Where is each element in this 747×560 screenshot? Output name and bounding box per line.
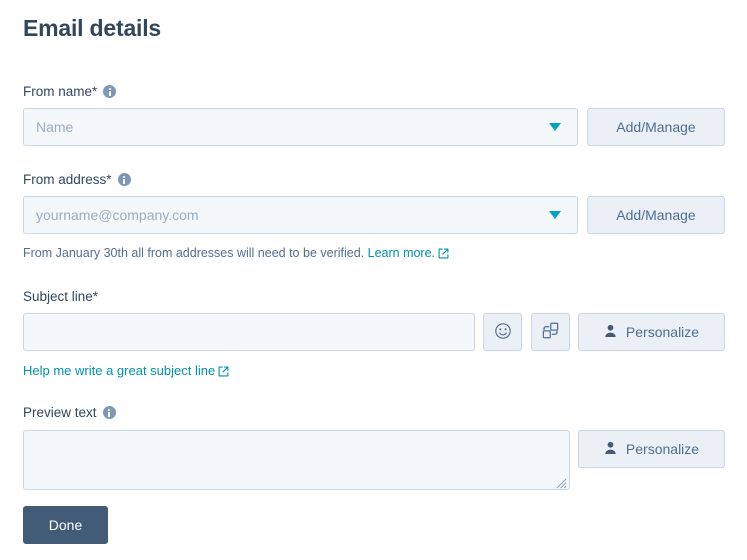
email-details-panel: Email details From name* Add/Manage From… [0, 0, 747, 560]
page-title: Email details [23, 15, 162, 41]
preview-text-personalize-button[interactable]: Personalize [578, 430, 725, 468]
ab-variation-icon [541, 321, 560, 343]
done-button-label: Done [48, 517, 83, 533]
preview-text-info-icon[interactable] [102, 406, 116, 419]
from-name-info-icon[interactable] [103, 85, 117, 98]
preview-text-personalize-label: Personalize [625, 441, 700, 457]
subject-line-ab-test-button[interactable] [531, 313, 570, 351]
subject-line-input[interactable] [23, 313, 475, 351]
subject-line-help-link-text: Help me write a great subject line [23, 363, 216, 378]
from-address-select[interactable] [23, 196, 578, 234]
preview-text-label-text: Preview text [23, 405, 97, 420]
subject-line-label-text: Subject line [23, 289, 93, 304]
subject-line-required-marker: * [92, 289, 99, 304]
from-name-select[interactable] [23, 108, 578, 146]
from-name-required-marker: * [92, 84, 98, 99]
external-link-icon [438, 247, 449, 264]
from-address-verification-note: From January 30th all from addresses wil… [23, 245, 449, 264]
preview-text-label: Preview text [23, 404, 116, 422]
contact-person-icon [604, 324, 617, 341]
from-address-label-text: From address [23, 172, 107, 187]
subject-line-emoji-button[interactable] [483, 313, 522, 351]
subject-line-help-link[interactable]: Help me write a great subject line [23, 362, 229, 381]
from-address-required-marker: * [106, 172, 112, 187]
from-name-label-text: From name [23, 84, 93, 99]
verification-note-text: From January 30th all from addresses wil… [23, 246, 365, 260]
external-link-icon [218, 364, 229, 381]
from-address-add-manage-label: Add/Manage [616, 207, 696, 223]
preview-text-textarea[interactable] [23, 430, 570, 490]
verification-learn-more-link[interactable]: Learn more. [368, 246, 435, 260]
from-name-chevron-down-icon[interactable] [549, 123, 561, 131]
from-name-label: From name* [23, 83, 117, 101]
from-address-label: From address* [23, 171, 131, 189]
contact-person-icon [604, 441, 617, 458]
from-address-info-icon[interactable] [117, 173, 131, 186]
from-name-add-manage-label: Add/Manage [616, 119, 696, 135]
subject-line-personalize-label: Personalize [625, 324, 700, 340]
done-button[interactable]: Done [23, 506, 108, 544]
from-name-add-manage-button[interactable]: Add/Manage [587, 108, 725, 146]
emoji-icon [494, 322, 512, 343]
subject-line-personalize-button[interactable]: Personalize [578, 313, 725, 351]
subject-line-label: Subject line* [23, 288, 98, 306]
from-address-chevron-down-icon[interactable] [549, 211, 561, 219]
from-address-add-manage-button[interactable]: Add/Manage [587, 196, 725, 234]
